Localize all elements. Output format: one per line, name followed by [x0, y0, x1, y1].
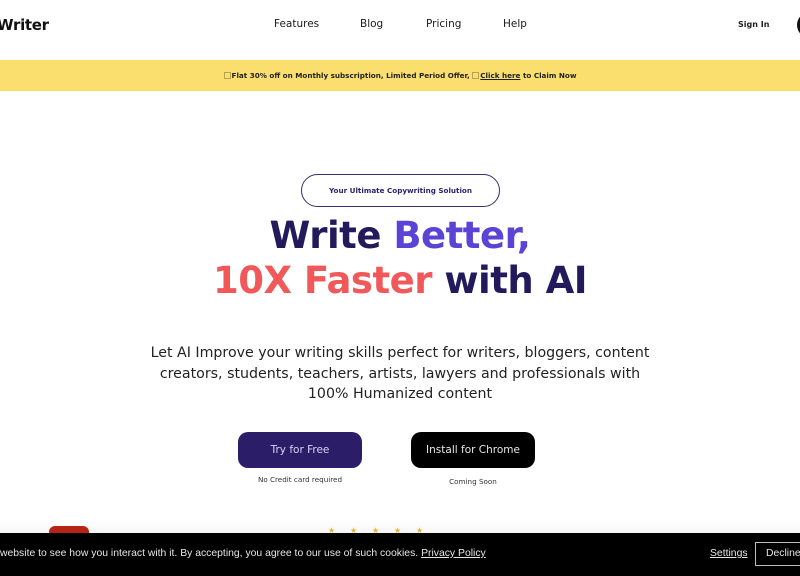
sign-in-link[interactable]: Sign In — [738, 20, 769, 29]
promo-text: Flat 30% off on Monthly subscription, Li… — [231, 71, 473, 80]
nav-link-features[interactable]: Features — [274, 18, 319, 30]
promo-banner: Flat 30% off on Monthly subscription, Li… — [0, 60, 800, 91]
headline-better: Better, — [393, 214, 531, 257]
cookie-message: website to see how you interact with it.… — [0, 548, 486, 559]
emoji-placeholder-icon — [223, 72, 231, 79]
promo-suffix: to Claim Now — [520, 71, 577, 80]
coming-soon-caption: Coming Soon — [449, 477, 497, 486]
nav-link-help[interactable]: Help — [503, 18, 527, 30]
headline-write: Write — [269, 214, 394, 257]
try-for-free-button[interactable]: Try for Free — [238, 432, 362, 468]
nav-link-pricing[interactable]: Pricing — [426, 18, 461, 30]
hero-description: Let AI Improve your writing skills perfe… — [150, 345, 650, 403]
cookie-consent-bar: website to see how you interact with it.… — [0, 533, 800, 576]
privacy-policy-link[interactable]: Privacy Policy — [421, 548, 486, 559]
hero-badge: Your Ultimate Copywriting Solution — [301, 174, 500, 207]
headline-with-ai: with AI — [431, 259, 588, 302]
page: Writer Features Blog Pricing Help Sign I… — [0, 0, 800, 576]
nav-link-blog[interactable]: Blog — [360, 18, 383, 30]
decline-all-button[interactable]: Decline All — [755, 542, 800, 566]
promo-claim-link[interactable]: Click here — [480, 71, 520, 80]
main-nav: Features Blog Pricing Help — [0, 18, 800, 34]
hero-headline-line-2: 10X Faster with AI — [0, 259, 800, 303]
hero-headline-line-1: Write Better, — [0, 214, 800, 258]
cookie-settings-link[interactable]: Settings — [710, 548, 748, 559]
headline-10x-faster: 10X Faster — [212, 259, 433, 302]
cookie-text: website to see how you interact with it.… — [0, 548, 422, 559]
no-credit-card-caption: No Credit card required — [257, 475, 343, 484]
site-header: Writer Features Blog Pricing Help Sign I… — [0, 0, 800, 60]
emoji-placeholder-icon — [472, 72, 480, 79]
install-for-chrome-button[interactable]: Install for Chrome — [411, 432, 535, 468]
